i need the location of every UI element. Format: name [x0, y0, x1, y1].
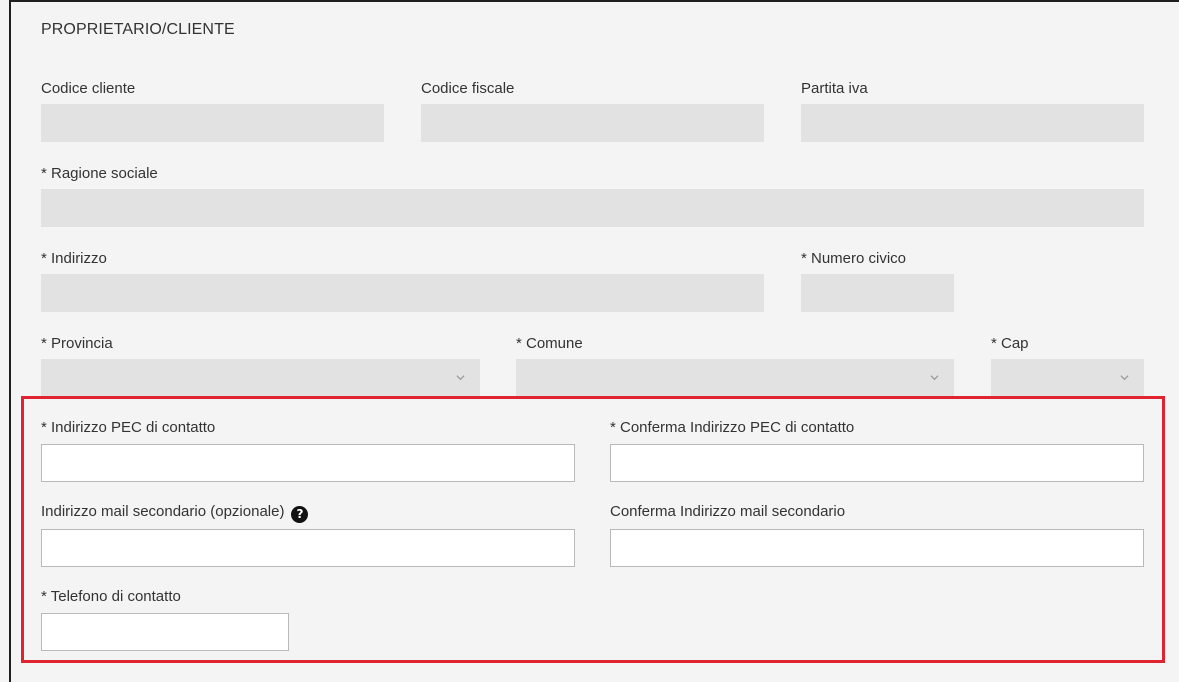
chevron-down-icon: [456, 375, 465, 381]
pec-label: * Indirizzo PEC di contatto: [41, 419, 216, 436]
telefono-label: * Telefono di contatto: [41, 588, 181, 605]
codice-fiscale-field: [421, 104, 764, 142]
chevron-down-icon: [1120, 375, 1129, 381]
mail-secondario-label-wrap: Indirizzo mail secondario (opzionale)?: [41, 503, 309, 523]
codice-fiscale-label: Codice fiscale: [421, 80, 515, 97]
conferma-pec-input[interactable]: [610, 444, 1144, 482]
numero-civico-field: [801, 274, 954, 312]
chevron-down-icon: [930, 375, 939, 381]
comune-label: * Comune: [516, 335, 583, 352]
comune-select: [516, 359, 954, 397]
section-title: PROPRIETARIO/CLIENTE: [41, 21, 235, 38]
pec-input[interactable]: [41, 444, 575, 482]
conferma-pec-label: * Conferma Indirizzo PEC di contatto: [610, 419, 855, 436]
indirizzo-field: [41, 274, 764, 312]
cap-select: [991, 359, 1144, 397]
ragione-sociale-field: [41, 189, 1144, 227]
codice-cliente-label: Codice cliente: [41, 80, 136, 97]
provincia-label: * Provincia: [41, 335, 113, 352]
mail-secondario-label: Indirizzo mail secondario (opzionale): [41, 503, 285, 520]
telefono-input[interactable]: [41, 613, 289, 651]
ragione-sociale-label: * Ragione sociale: [41, 165, 158, 182]
numero-civico-label: * Numero civico: [801, 250, 907, 267]
question-circle-icon[interactable]: ?: [291, 506, 309, 523]
conferma-mail-secondario-label: Conferma Indirizzo mail secondario: [610, 503, 846, 520]
partita-iva-field: [801, 104, 1144, 142]
conferma-mail-secondario-input[interactable]: [610, 529, 1144, 567]
partita-iva-label: Partita iva: [801, 80, 868, 97]
cap-label: * Cap: [991, 335, 1029, 352]
indirizzo-label: * Indirizzo: [41, 250, 107, 267]
codice-cliente-field: [41, 104, 384, 142]
provincia-select: [41, 359, 480, 397]
mail-secondario-input[interactable]: [41, 529, 575, 567]
